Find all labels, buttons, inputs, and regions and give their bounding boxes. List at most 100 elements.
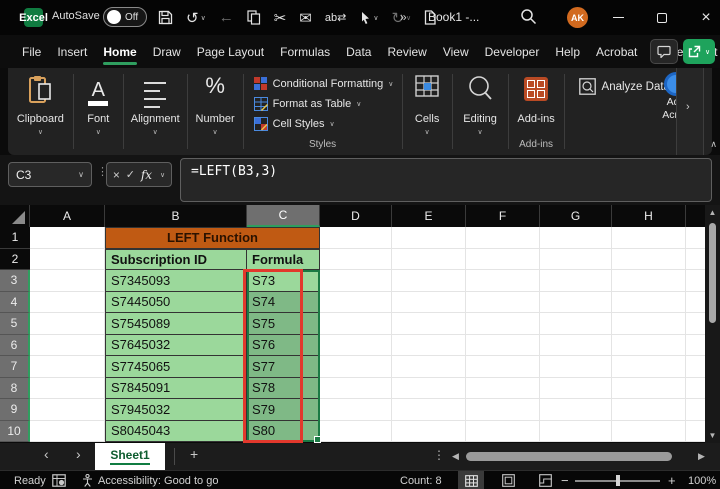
cell[interactable]: S7845091 (105, 378, 247, 400)
row-header-4[interactable]: 4 (0, 292, 30, 314)
column-header-f[interactable]: F (466, 205, 540, 227)
sheet-prev-icon[interactable]: ‹ (44, 446, 49, 462)
cell[interactable] (392, 313, 466, 335)
cell[interactable]: S77 (247, 356, 320, 378)
cancel-icon[interactable]: × (113, 168, 120, 182)
share-button[interactable]: ∨ (683, 39, 715, 64)
column-header-b[interactable]: B (105, 205, 247, 227)
column-header-h[interactable]: H (612, 205, 686, 227)
conditional-formatting-button[interactable]: Conditional Formatting ∨ (254, 74, 394, 94)
tab-home[interactable]: Home (95, 37, 144, 67)
cell[interactable] (612, 335, 686, 357)
close-button[interactable]: × (686, 0, 720, 35)
page-layout-view-button[interactable] (495, 471, 521, 489)
cell[interactable]: Formula (247, 249, 320, 271)
cell[interactable] (612, 270, 686, 292)
column-header-d[interactable]: D (320, 205, 392, 227)
cell[interactable] (686, 270, 705, 292)
add-sheet-button[interactable]: + (190, 446, 198, 462)
ribbon-group-alignment[interactable]: Alignment ∨ (124, 68, 187, 155)
ribbon-group-editing[interactable]: Editing ∨ (453, 68, 508, 155)
row-header-2[interactable]: 2 (0, 249, 30, 271)
cell[interactable] (466, 378, 540, 400)
cell[interactable] (686, 378, 705, 400)
cell[interactable] (540, 378, 612, 400)
row-header-10[interactable]: 10 (0, 421, 30, 443)
vertical-scrollbar[interactable]: ▲ ▼ (705, 205, 720, 443)
cell[interactable] (466, 421, 540, 443)
cell[interactable] (540, 249, 612, 271)
macro-record-icon[interactable] (52, 471, 66, 489)
cell[interactable] (612, 249, 686, 271)
page-break-view-button[interactable] (532, 471, 558, 489)
cell[interactable] (320, 378, 392, 400)
cell[interactable] (320, 227, 392, 249)
cell[interactable] (612, 227, 686, 249)
cell[interactable] (320, 399, 392, 421)
cell[interactable]: S8045043 (105, 421, 247, 443)
search-icon[interactable] (520, 8, 537, 25)
column-header-a[interactable]: A (30, 205, 105, 227)
zoom-in-button[interactable]: + (668, 471, 676, 489)
qat-overflow-button[interactable]: » (400, 10, 407, 24)
cell[interactable] (30, 313, 105, 335)
undo-icon[interactable]: ↺∨ (186, 9, 206, 27)
cell[interactable] (540, 227, 612, 249)
cell[interactable] (686, 421, 705, 443)
cell[interactable] (540, 399, 612, 421)
cell[interactable] (320, 313, 392, 335)
translate-icon[interactable]: ab⇄ (325, 11, 346, 24)
sheet-tab-sheet1[interactable]: Sheet1 (95, 443, 165, 470)
cell[interactable] (30, 270, 105, 292)
ribbon-group-clipboard[interactable]: Clipboard ∨ (8, 68, 73, 155)
cell[interactable] (30, 378, 105, 400)
cell[interactable] (540, 421, 612, 443)
tab-data[interactable]: Data (338, 37, 379, 67)
tab-page-layout[interactable]: Page Layout (189, 37, 272, 67)
accessibility-status[interactable]: Accessibility: Good to go (82, 471, 218, 489)
cell[interactable] (392, 292, 466, 314)
horizontal-scroll-thumb[interactable] (466, 452, 672, 461)
cell[interactable] (30, 249, 105, 271)
minimize-button[interactable] (598, 0, 638, 35)
cell[interactable] (392, 356, 466, 378)
name-box[interactable]: C3 ∨ (8, 162, 92, 187)
collapse-ribbon-icon[interactable]: ∧ (710, 139, 717, 150)
row-header-5[interactable]: 5 (0, 313, 30, 335)
cell[interactable] (612, 399, 686, 421)
cell[interactable] (30, 356, 105, 378)
ribbon-group-number[interactable]: % Number ∨ (188, 68, 243, 155)
row-header-6[interactable]: 6 (0, 335, 30, 357)
cell[interactable] (30, 227, 105, 249)
cell[interactable] (392, 421, 466, 443)
column-header-c[interactable]: C (247, 205, 320, 227)
cell[interactable] (612, 356, 686, 378)
cell[interactable]: S73 (247, 270, 320, 292)
enter-icon[interactable]: ✓ (126, 168, 135, 181)
cell[interactable] (392, 335, 466, 357)
email-icon[interactable]: ✉ (299, 9, 312, 27)
column-header-g[interactable]: G (540, 205, 612, 227)
cell[interactable] (466, 270, 540, 292)
cell[interactable] (686, 227, 705, 249)
row-header-1[interactable]: 1 (0, 227, 30, 249)
row-header-3[interactable]: 3 (0, 270, 30, 292)
cell[interactable]: S74 (247, 292, 320, 314)
row-header-7[interactable]: 7 (0, 356, 30, 378)
cell[interactable] (30, 292, 105, 314)
cell[interactable] (30, 399, 105, 421)
tab-help[interactable]: Help (547, 37, 588, 67)
zoom-level[interactable]: 100% (688, 471, 716, 489)
cell[interactable] (686, 399, 705, 421)
cell[interactable] (30, 421, 105, 443)
scroll-left-icon[interactable]: ◀ (452, 451, 459, 462)
cell-styles-button[interactable]: Cell Styles ∨ (254, 114, 335, 134)
cell[interactable] (466, 227, 540, 249)
cell[interactable]: S80 (247, 421, 320, 443)
insert-function-icon[interactable]: fx (141, 168, 152, 182)
cell[interactable] (320, 356, 392, 378)
cell[interactable] (320, 292, 392, 314)
tab-view[interactable]: View (435, 37, 477, 67)
column-header-partial[interactable] (686, 205, 705, 227)
copy-icon[interactable] (247, 10, 261, 25)
